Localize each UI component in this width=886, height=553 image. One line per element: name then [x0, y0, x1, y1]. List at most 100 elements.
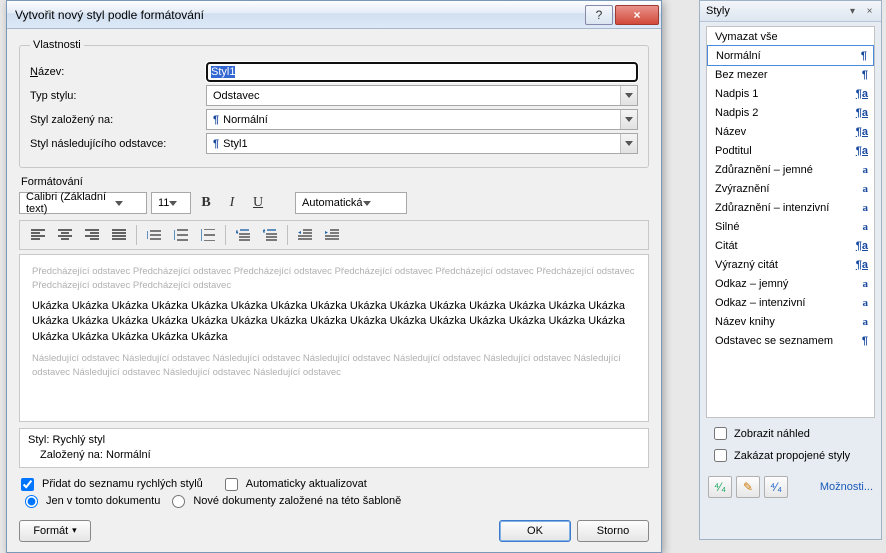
show-preview-label: Zobrazit náhled [734, 428, 810, 440]
add-quick-styles-checkbox[interactable] [21, 478, 34, 491]
ok-button[interactable]: OK [499, 520, 571, 542]
style-item-label: Silné [715, 221, 739, 233]
style-glyph-icon: a [863, 316, 869, 328]
space-before-increase-button[interactable] [231, 225, 255, 245]
align-left-button[interactable] [26, 225, 50, 245]
style-glyph-icon: ¶ [862, 335, 868, 347]
add-quick-styles-label: Přidat do seznamu rychlých stylů [42, 478, 203, 490]
bold-button[interactable]: B [195, 192, 217, 214]
style-glyph-icon: ¶a [856, 107, 868, 119]
scope-document-label: Jen v tomto dokumentu [46, 495, 160, 507]
style-item[interactable]: Odkaz – jemnýa [707, 274, 874, 293]
disable-linked-label: Zakázat propojené styly [734, 450, 850, 462]
align-justify-button[interactable] [107, 225, 131, 245]
close-button[interactable]: × [615, 5, 659, 25]
chevron-down-icon [620, 110, 637, 129]
style-glyph-icon: ¶a [856, 145, 868, 157]
style-item-label: Zvýraznění [715, 183, 769, 195]
style-item[interactable]: Odstavec se seznamem ¶ [707, 331, 874, 350]
style-item[interactable]: Vymazat vše [707, 27, 874, 46]
style-item-label: Nadpis 1 [715, 88, 758, 100]
decrease-indent-button[interactable] [293, 225, 317, 245]
space-before-decrease-button[interactable] [258, 225, 282, 245]
dialog-title: Vytvořit nový styl podle formátování [15, 8, 204, 22]
format-button[interactable]: Formát▾ [19, 520, 91, 542]
style-item[interactable]: Název ¶a [707, 122, 874, 141]
italic-button[interactable]: I [221, 192, 243, 214]
info-line-2: Založený na: Normální [28, 448, 640, 463]
style-item[interactable]: Podtitul¶a [707, 141, 874, 160]
style-glyph-icon: ¶a [856, 88, 868, 100]
disable-linked-checkbox[interactable] [714, 449, 727, 462]
style-item[interactable]: Zvýrazněnía [707, 179, 874, 198]
style-item[interactable]: Odkaz – intenzivnía [707, 293, 874, 312]
style-glyph-icon: a [863, 278, 869, 290]
style-item-label: Název [715, 126, 746, 138]
style-info-box: Styl: Rychlý styl Založený na: Normální [19, 428, 649, 468]
scope-document-radio[interactable] [25, 495, 38, 508]
align-center-button[interactable] [53, 225, 77, 245]
style-item-label: Nadpis 2 [715, 107, 758, 119]
style-glyph-icon: ¶a [856, 240, 868, 252]
font-size-combo[interactable]: 11 [151, 192, 191, 214]
style-item[interactable]: Nadpis 2 ¶a [707, 103, 874, 122]
manage-icon: ⁴⁄₄ [770, 480, 782, 494]
style-list[interactable]: Vymazat všeNormální¶Bez mezer¶Nadpis 1¶a… [706, 26, 875, 418]
font-color-combo[interactable]: Automatická [295, 192, 407, 214]
chevron-down-icon: ▾ [72, 525, 77, 536]
type-combo[interactable]: Odstavec [206, 85, 638, 106]
following-combo[interactable]: ¶Styl1 [206, 133, 638, 154]
style-item-label: Bez mezer [715, 69, 768, 81]
scope-template-label: Nové dokumenty založené na této šabloně [193, 495, 401, 507]
style-item-label: Zdůraznění – jemné [715, 164, 813, 176]
manage-styles-button[interactable]: ⁴⁄₄ [764, 476, 788, 498]
show-preview-checkbox[interactable] [714, 427, 727, 440]
style-item[interactable]: Zdůraznění – intenzivnía [707, 198, 874, 217]
line-spacing-2-button[interactable] [196, 225, 220, 245]
style-item[interactable]: Zdůraznění – jemnéa [707, 160, 874, 179]
style-item[interactable]: Normální¶ [707, 45, 874, 66]
style-item[interactable]: Citát ¶a [707, 236, 874, 255]
style-glyph-icon: ¶a [856, 259, 868, 271]
style-item-label: Zdůraznění – intenzivní [715, 202, 829, 214]
auto-update-checkbox[interactable] [225, 478, 238, 491]
type-label: Typ stylu: [30, 90, 206, 102]
cancel-button[interactable]: Storno [577, 520, 649, 542]
style-item[interactable]: Silné a [707, 217, 874, 236]
options-link[interactable]: Možnosti... [820, 481, 873, 493]
line-spacing-1-button[interactable] [142, 225, 166, 245]
scope-template-radio[interactable] [172, 495, 185, 508]
style-item[interactable]: Název knihya [707, 312, 874, 331]
style-item-label: Odstavec se seznamem [715, 335, 833, 347]
style-glyph-icon: a [863, 221, 869, 233]
preview-box: Předcházející odstavec Předcházející ods… [19, 254, 649, 422]
new-style-button[interactable]: ⁴⁄₄ [708, 476, 732, 498]
style-item[interactable]: Nadpis 1 ¶a [707, 84, 874, 103]
style-glyph-icon: ¶ [862, 69, 868, 81]
align-right-button[interactable] [80, 225, 104, 245]
help-button[interactable]: ? [585, 5, 613, 25]
chevron-down-icon[interactable]: ▾ [845, 4, 860, 18]
style-item[interactable]: Bez mezer ¶ [707, 65, 874, 84]
chevron-down-icon [620, 134, 637, 153]
style-item-label: Citát [715, 240, 738, 252]
name-label: Název: [30, 66, 206, 78]
style-item-label: Vymazat vše [715, 31, 778, 43]
preview-previous: Předcházející odstavec Předcházející ods… [32, 265, 636, 293]
auto-update-label: Automaticky aktualizovat [246, 478, 367, 490]
font-family-combo[interactable]: Calibri (Základní text) [19, 192, 147, 214]
properties-group: Vlastnosti Název: Typ stylu: Odstavec St… [19, 39, 649, 168]
styles-pane: Styly ▾ × Vymazat všeNormální¶Bez mezer¶… [699, 0, 882, 540]
line-spacing-15-button[interactable] [169, 225, 193, 245]
style-inspector-button[interactable]: ✎ [736, 476, 760, 498]
new-style-dialog: Vytvořit nový styl podle formátování ? ×… [6, 0, 662, 553]
based-on-combo[interactable]: ¶Normální [206, 109, 638, 130]
name-input[interactable] [206, 62, 638, 82]
underline-button[interactable]: U [247, 192, 269, 214]
close-icon[interactable]: × [862, 4, 877, 18]
style-item-label: Odkaz – intenzivní [715, 297, 806, 309]
style-glyph-icon: ¶a [856, 126, 868, 138]
style-item[interactable]: Výrazný citát¶a [707, 255, 874, 274]
increase-indent-button[interactable] [320, 225, 344, 245]
font-toolbar: Calibri (Základní text) 11 B I U Automat… [19, 192, 649, 214]
